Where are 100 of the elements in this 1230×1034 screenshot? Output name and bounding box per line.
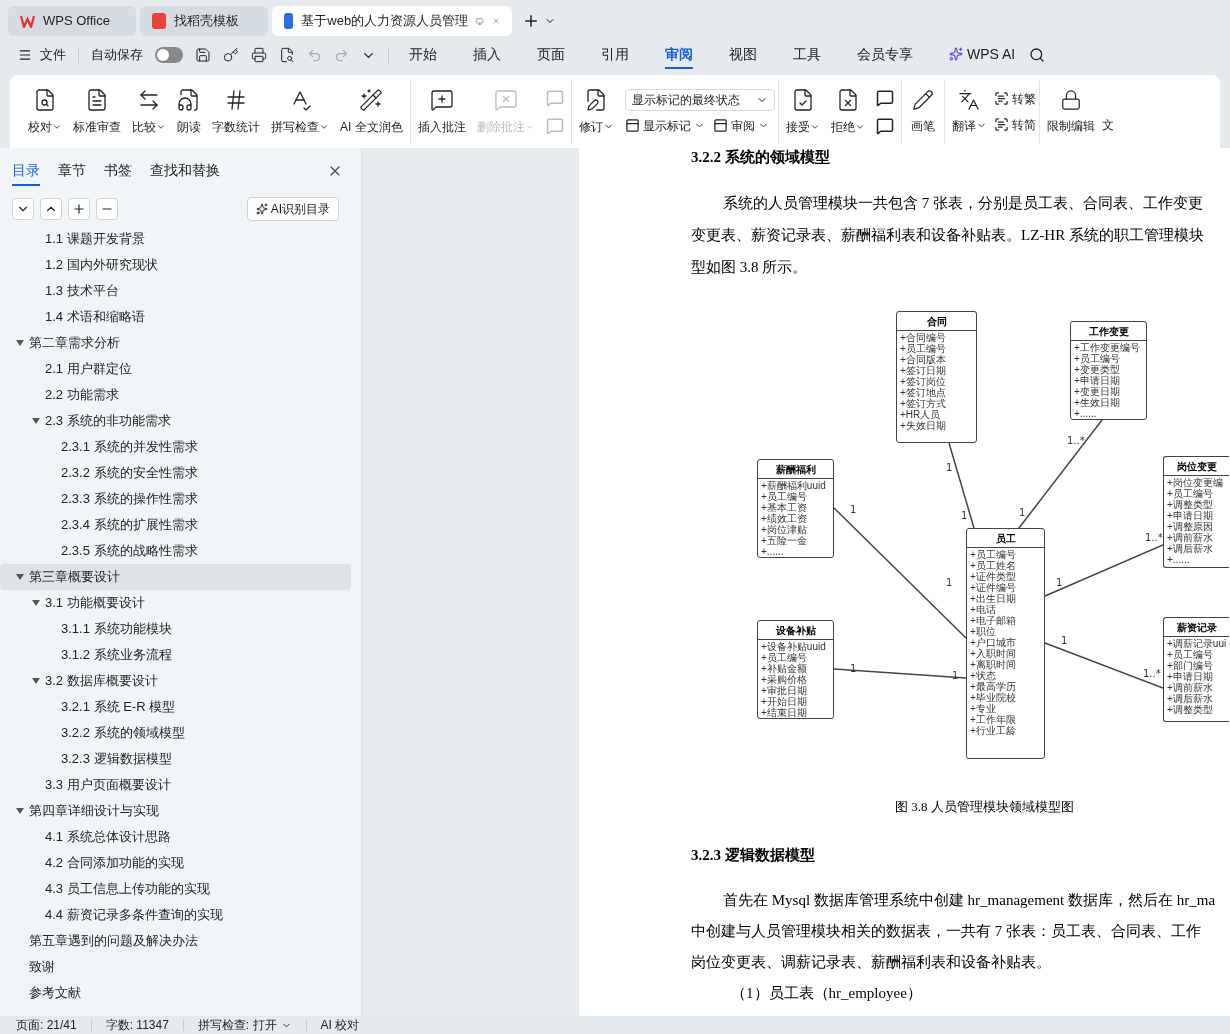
review-pane-button[interactable]: 审阅 xyxy=(712,116,769,135)
toc-item[interactable]: 3.1 功能概要设计 xyxy=(0,590,351,616)
toc-item[interactable]: 1.3 技术平台 xyxy=(0,278,361,304)
toc-item[interactable]: 参考文献 xyxy=(0,980,351,1006)
toc-item[interactable]: 2.3.1 系统的并发性需求 xyxy=(0,434,351,460)
toc-item[interactable]: 4.1 系统总体设计思路 xyxy=(0,824,351,850)
document-tab[interactable]: 基于web的人力资源人员管理 xyxy=(272,6,512,36)
toc-item[interactable]: 2.3 系统的非功能需求 xyxy=(0,408,351,434)
toc-item[interactable]: 3.3 用户页面概要设计 xyxy=(0,772,351,798)
ribbon-button[interactable]: 比较 xyxy=(128,87,170,136)
menu-tab[interactable]: WPS AI xyxy=(949,41,1016,69)
class-attribute: +行业工龄 xyxy=(970,724,1017,736)
print-preview-icon[interactable] xyxy=(279,47,295,63)
class-name: 员工 xyxy=(967,528,1044,548)
toc-item[interactable]: 3.2.1 系统 E-R 模型 xyxy=(0,694,351,720)
pane-tab[interactable]: 书签 xyxy=(104,156,132,186)
toc-item[interactable]: 4.3 员工信息上传功能的实现 xyxy=(0,876,351,902)
toc-item[interactable]: 第五章遇到的问题及解决办法 xyxy=(0,928,351,954)
outline-tool-icon[interactable] xyxy=(68,198,90,220)
save-icon[interactable] xyxy=(195,47,211,63)
toc-item[interactable]: 3.2.2 系统的领域模型 xyxy=(0,720,351,746)
toc-item[interactable]: 1.2 国内外研究现状 xyxy=(0,252,361,278)
outline-tool-icon[interactable] xyxy=(96,198,118,220)
ribbon-button[interactable]: 字数统计 xyxy=(208,87,264,136)
class-attribute: +审批日期 xyxy=(761,684,808,696)
toc-item[interactable]: 2.1 用户群定位 xyxy=(0,356,351,382)
pane-tab[interactable]: 目录 xyxy=(12,156,40,186)
toc-item[interactable]: 3.2.3 逻辑数据模型 xyxy=(0,746,351,772)
toc-item[interactable]: 2.2 功能需求 xyxy=(0,382,351,408)
ribbon-button[interactable]: 拼写检查 xyxy=(267,87,333,136)
ribbon-button[interactable]: 校对 xyxy=(24,87,66,136)
class-attribute: +绩效工资 xyxy=(761,512,808,524)
translate-button[interactable]: 翻译 xyxy=(947,88,991,135)
ribbon-icon xyxy=(85,87,109,112)
paragraph-line: 岗位变更表、调薪记录表、薪酬福利表和设备补贴表。 xyxy=(691,952,1052,972)
restrict-edit-button[interactable]: 限制编辑 xyxy=(1042,88,1099,135)
revision-button[interactable]: 修订 xyxy=(574,87,618,136)
menu-tab[interactable]: 会员专享 xyxy=(857,41,913,69)
class-attribute: +工作变更编号 xyxy=(1074,341,1141,353)
toc-item[interactable]: 致谢 xyxy=(0,954,351,980)
pane-tab[interactable]: 章节 xyxy=(58,156,86,186)
ribbon-button[interactable]: 插入批注 xyxy=(413,87,470,136)
toc-item[interactable]: 2.3.2 系统的安全性需求 xyxy=(0,460,351,486)
to-traditional-button[interactable]: 转繁 xyxy=(993,89,1036,108)
file-menu[interactable]: 文件 xyxy=(18,45,66,65)
to-simplified-button[interactable]: 转简 xyxy=(993,115,1036,134)
menu-tab[interactable]: 插入 xyxy=(473,41,501,69)
print-icon[interactable] xyxy=(251,47,267,63)
ribbon-button[interactable]: 拒绝 xyxy=(826,87,869,136)
ribbon-button[interactable]: 标准审查 xyxy=(69,87,125,136)
class-attribute: +基本工资 xyxy=(761,501,808,513)
class-attribute: +调前薪水 xyxy=(1167,681,1214,693)
toc-item[interactable]: 3.2 数据库概要设计 xyxy=(0,668,351,694)
show-markup-button[interactable]: 显示标记 xyxy=(624,116,705,135)
toc-item[interactable]: 3.1.2 系统业务流程 xyxy=(0,642,351,668)
pen-button[interactable]: 画笔 xyxy=(904,88,941,135)
toc-item[interactable]: 第三章概要设计 xyxy=(0,564,351,590)
class-attribute: +开始日期 xyxy=(761,695,808,707)
ribbon-label[interactable]: 文 xyxy=(1101,116,1114,134)
pane-tab[interactable]: 查找和替换 xyxy=(150,156,220,186)
ai-check-button[interactable]: AI 校对 xyxy=(320,1016,360,1034)
ribbon-button[interactable]: 接受 xyxy=(781,87,824,136)
toc-item[interactable]: 4.4 薪资记录多条件查询的实现 xyxy=(0,902,351,928)
ribbon-button[interactable]: AI 全文润色 xyxy=(336,87,407,136)
menu-tab[interactable]: 审阅 xyxy=(665,41,693,69)
toc-item[interactable]: 第二章需求分析 xyxy=(0,330,351,356)
document-tab[interactable]: 找稻壳模板 xyxy=(140,6,268,36)
toc-item[interactable]: 2.3.3 系统的操作性需求 xyxy=(0,486,351,512)
autosave-toggle[interactable] xyxy=(155,47,183,63)
pen-icon xyxy=(911,88,934,111)
ai-toc-button[interactable]: AI识别目录 xyxy=(246,197,339,221)
class-attribute: +签订日期 xyxy=(900,364,947,376)
new-tab-icon[interactable] xyxy=(522,12,540,30)
outline-tool-icon[interactable] xyxy=(12,198,34,220)
toc-item[interactable]: 第四章详细设计与实现 xyxy=(0,798,351,824)
class-attribute: +员工编号 xyxy=(761,490,807,502)
markup-select[interactable]: 显示标记的最终状态 xyxy=(624,88,775,111)
toc-item[interactable]: 2.3.5 系统的战略性需求 xyxy=(0,538,351,564)
menu-tab[interactable]: 开始 xyxy=(409,41,437,69)
class-attribute: +签订地点 xyxy=(900,386,947,398)
toc-item[interactable]: 4.2 合同添加功能的实现 xyxy=(0,850,351,876)
menu-tab[interactable]: 工具 xyxy=(793,41,821,69)
toc-item[interactable]: 1.4 术语和缩略语 xyxy=(0,304,361,330)
toc-item[interactable]: 2.3.4 系统的扩展性需求 xyxy=(0,512,351,538)
search-icon[interactable] xyxy=(1029,47,1046,63)
toc-item[interactable]: 1.1 课题开发背景 xyxy=(0,226,361,252)
multiplicity-label: 1 xyxy=(850,663,857,674)
class-attribute: +调整类型 xyxy=(1167,498,1214,510)
figure-caption: 图 3.8 人员管理模块领域模型图 xyxy=(895,797,1075,816)
toc-item[interactable]: 3.1.1 系统功能模块 xyxy=(0,616,351,642)
menu-tab[interactable]: 视图 xyxy=(729,41,757,69)
multiplicity-label: 1..* xyxy=(1067,435,1085,446)
menu-tab[interactable]: 页面 xyxy=(537,41,565,69)
key-icon[interactable] xyxy=(223,47,239,63)
outline-tool-icon[interactable] xyxy=(40,198,62,220)
menu-tab[interactable]: 引用 xyxy=(601,41,629,69)
ribbon-button[interactable]: 朗读 xyxy=(173,87,205,136)
class-attribute: +电子邮箱 xyxy=(970,614,1017,626)
spell-check-status[interactable]: 拼写检查: 打开 xyxy=(197,1016,292,1034)
document-tab[interactable]: WPS Office xyxy=(8,6,136,36)
